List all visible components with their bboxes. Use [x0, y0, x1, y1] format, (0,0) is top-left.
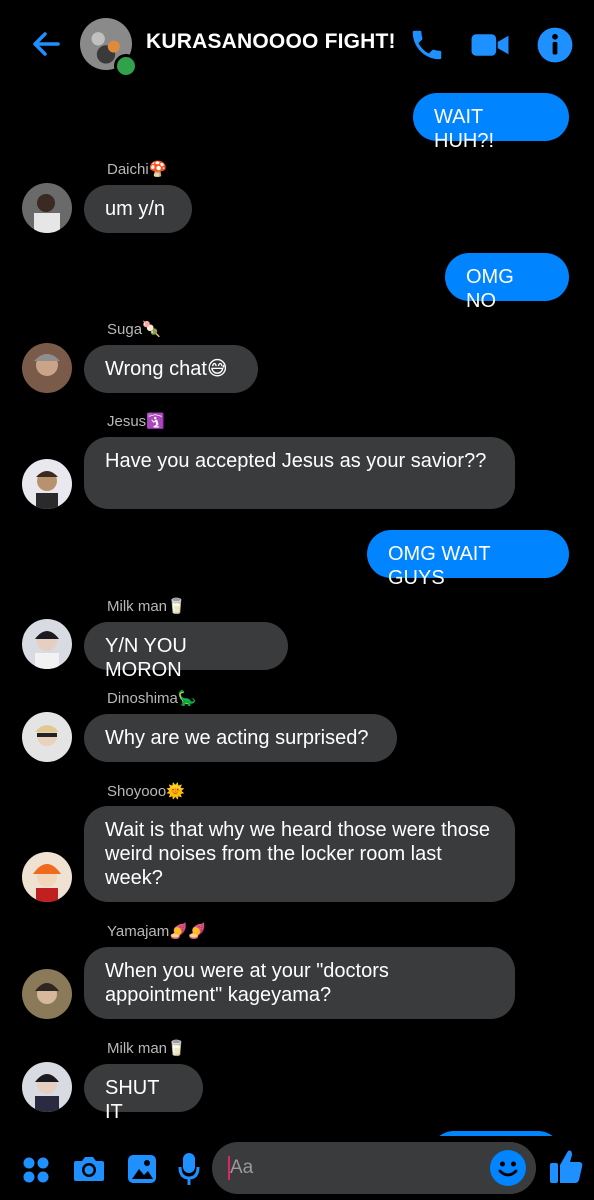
sender-name: Milk man🥛	[107, 598, 186, 615]
avatar[interactable]	[22, 1062, 72, 1112]
avatar[interactable]	[22, 712, 72, 762]
incoming-message[interactable]: SHUT IT	[84, 1064, 203, 1123]
phone-call-icon[interactable]	[408, 26, 446, 64]
sender-name: Milk man🥛	[107, 1040, 186, 1057]
camera-icon[interactable]	[72, 1153, 106, 1185]
avatar[interactable]	[22, 459, 72, 509]
incoming-message[interactable]: Why are we acting surprised?	[84, 714, 397, 762]
gallery-icon[interactable]	[126, 1153, 158, 1185]
sender-name: Shoyooo🌞	[107, 783, 185, 800]
avatar[interactable]	[22, 852, 72, 902]
sender-name: Daichi🍄	[107, 161, 168, 178]
avatar[interactable]	[22, 969, 72, 1019]
message-input[interactable]: Aa	[212, 1142, 536, 1194]
avatar[interactable]	[22, 183, 72, 233]
incoming-message[interactable]: Y/N YOU MORON	[84, 622, 288, 681]
incoming-message[interactable]: Wrong chat😅	[84, 345, 258, 393]
incoming-message[interactable]: Wait is that why we heard those were tho…	[84, 806, 515, 902]
info-icon[interactable]	[536, 26, 574, 64]
sender-name: Yamajam🍠🍠	[107, 923, 207, 940]
back-arrow-icon[interactable]	[28, 26, 64, 62]
outgoing-message[interactable]: OMG WAIT GUYS	[367, 530, 569, 589]
thumbs-up-icon[interactable]	[548, 1147, 584, 1185]
microphone-icon[interactable]	[178, 1152, 200, 1186]
outgoing-message[interactable]: WAIT HUH?!	[413, 93, 569, 152]
sender-name: Suga🍡	[107, 321, 161, 338]
emoji-icon[interactable]	[490, 1150, 526, 1186]
incoming-message[interactable]: um y/n	[84, 185, 192, 233]
chat-header: KURASANOOOO FIGHT!	[0, 0, 594, 92]
incoming-message[interactable]: When you were at your "doctors appointme…	[84, 947, 515, 1019]
video-call-icon[interactable]	[470, 26, 509, 64]
more-apps-icon[interactable]	[22, 1156, 50, 1184]
incoming-message[interactable]: Have you accepted Jesus as your savior??	[84, 437, 515, 509]
outgoing-message[interactable]: OMG NO	[445, 253, 569, 312]
sender-name: Jesus🛐	[107, 413, 165, 430]
chat-title[interactable]: KURASANOOOO FIGHT!	[146, 30, 396, 54]
sender-name: Dinoshima🦕	[107, 690, 197, 707]
avatar[interactable]	[22, 343, 72, 393]
online-indicator	[114, 54, 138, 78]
avatar[interactable]	[22, 619, 72, 669]
message-input-placeholder: Aa	[230, 1157, 254, 1178]
